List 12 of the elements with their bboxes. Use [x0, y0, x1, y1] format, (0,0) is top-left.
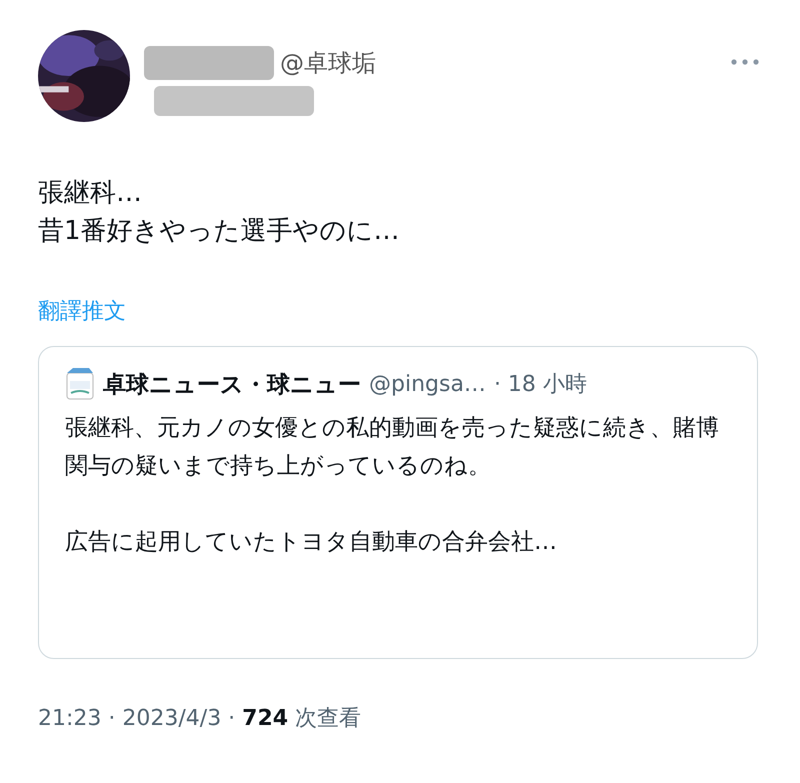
quoted-tweet-card[interactable]: 卓球ニュース・球ニュー @pingsa… · 18 小時 張継科、元カノの女優との私的動画を売った疑惑に続き、賭博関与の疑いまで持ち上がっているのね。 広告に起用していたトヨタ自動車の合弁会社…	[38, 346, 758, 659]
tweet-text: 張継科…	[38, 177, 143, 210]
tweet-meta: 21:23 · 2023/4/3 · 724 次查看	[38, 705, 362, 733]
display-name: @卓球垢	[280, 48, 376, 79]
quoted-text: 張継科、元カノの女優との私的動画を売った疑惑に続き、賭博関与の疑いまで持ち上がっているのね。	[65, 414, 720, 481]
quoted-author-handle: @pingsa…	[369, 372, 486, 396]
quoted-time: · 18 小時	[494, 371, 587, 399]
quoted-text: 広告に起用していたトヨタ自動車の合弁会社…	[65, 528, 558, 557]
tweet-text: 昔1番好きやった選手やのに…	[38, 215, 401, 248]
quoted-author-name: 卓球ニュース・球ニュー	[103, 370, 361, 400]
milk-carton-icon	[65, 367, 95, 401]
more-icon[interactable]	[730, 58, 760, 66]
